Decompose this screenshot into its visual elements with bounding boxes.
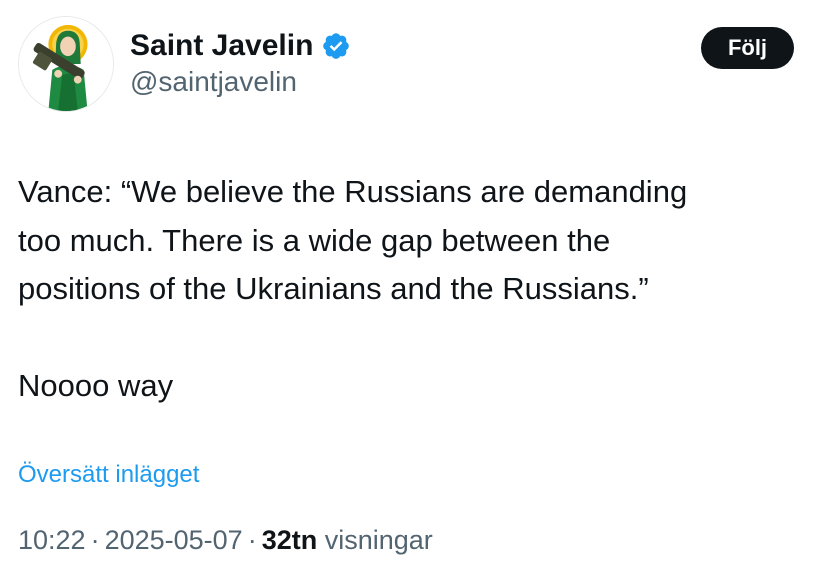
translate-post-link[interactable]: Översätt inlägget: [18, 461, 199, 489]
tweet-text-line: Noooo way: [18, 368, 174, 403]
tweet-text-line: positions of the Ukrainians and the Russ…: [18, 271, 649, 306]
tweet-text-line: too much. There is a wide gap between th…: [18, 222, 611, 258]
tweet-text: Vance: “We believe the Russians are dema…: [18, 168, 808, 411]
views-label: visningar: [324, 525, 433, 555]
tweet-time[interactable]: 10:22: [18, 525, 86, 555]
author-handle[interactable]: @saintjavelin: [130, 66, 297, 98]
tweet-text-line: Vance: “We believe the Russians are dema…: [18, 174, 688, 209]
saint-javelin-icon: [19, 17, 113, 111]
author-name-row: Saint Javelin: [130, 26, 351, 66]
meta-separator: ·: [247, 525, 257, 555]
avatar[interactable]: [18, 16, 114, 112]
tweet-date[interactable]: 2025-05-07: [105, 525, 243, 555]
meta-separator: ·: [90, 525, 100, 555]
follow-button[interactable]: Följ: [701, 27, 794, 69]
verified-badge-icon: [321, 31, 351, 61]
author-display-name[interactable]: Saint Javelin: [130, 29, 313, 63]
tweet-meta: 10:22 · 2025-05-07 · 32tn visningar: [18, 525, 433, 556]
views-count: 32tn: [261, 525, 318, 555]
